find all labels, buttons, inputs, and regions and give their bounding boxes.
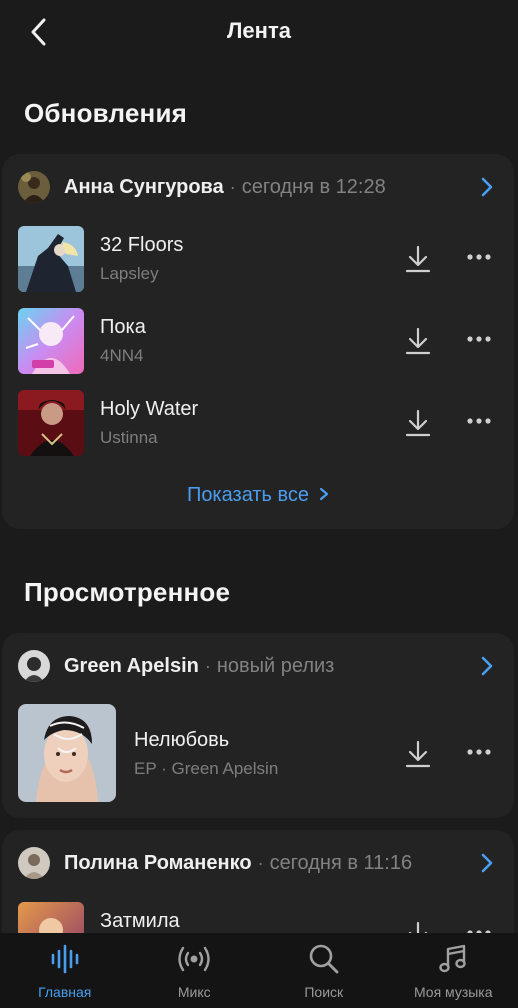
album-cover (18, 308, 84, 374)
release-card: Green Apelsin · новый релиз Нелюбовь EP … (2, 633, 514, 818)
track-title: Пока (100, 316, 146, 338)
track-row[interactable]: Holy Water Ustinna (2, 382, 514, 464)
author-name: Полина Романенко (64, 851, 252, 874)
updates-card: Анна Сунгурова · сегодня в 12:28 32 Floo… (2, 154, 514, 529)
release-subtitle: EP · Green Apelsin (134, 759, 279, 778)
card-header-author[interactable]: Анна Сунгурова · сегодня в 12:28 (2, 154, 514, 220)
separator-dot: · (204, 655, 211, 676)
track-artist: Ustinna (100, 428, 158, 447)
track-title: Holy Water (100, 398, 199, 420)
section-title-viewed: Просмотренное (24, 577, 231, 607)
avatar (18, 650, 50, 682)
avatar (18, 847, 50, 879)
download-icon[interactable] (404, 326, 432, 356)
more-options-icon[interactable] (466, 414, 492, 428)
more-options-icon[interactable] (466, 745, 492, 759)
release-title: Нелюбовь (134, 729, 230, 751)
more-options-icon[interactable] (466, 332, 492, 346)
section-title-updates: Обновления (24, 98, 188, 128)
track-row[interactable]: Пока 4NN4 (2, 300, 514, 382)
nav-label: Моя музыка (413, 984, 493, 1000)
nav-item-home[interactable]: Главная (0, 933, 130, 1008)
page-title: Лента (227, 18, 291, 43)
nav-item-search[interactable]: Поиск (259, 933, 389, 1008)
card-header-author[interactable]: Green Apelsin · новый релиз (2, 633, 514, 699)
bottom-navigation: Главная Микс Поиск Моя музыка (0, 933, 518, 1008)
track-title: 32 Floors (100, 234, 184, 256)
app-header: Лента (0, 0, 518, 64)
album-cover (18, 704, 116, 802)
author-name: Green Apelsin (64, 654, 199, 677)
release-label: новый релиз (216, 654, 335, 677)
show-all-link[interactable]: Показать все (2, 484, 514, 507)
chevron-right-icon (319, 484, 329, 507)
chevron-right-icon (481, 853, 493, 873)
card-header-author[interactable]: Полина Романенко · сегодня в 11:16 (2, 830, 514, 896)
nav-item-mix[interactable]: Микс (130, 933, 260, 1008)
download-icon[interactable] (404, 739, 432, 769)
search-icon (306, 941, 342, 977)
broadcast-icon (176, 941, 212, 977)
chevron-right-icon (481, 177, 493, 197)
separator-dot: · (229, 176, 236, 197)
track-artist: Lapsley (100, 264, 159, 283)
nav-item-my-music[interactable]: Моя музыка (389, 933, 518, 1008)
separator-dot: · (257, 852, 264, 873)
waveform-icon (47, 941, 83, 977)
nav-label: Микс (177, 984, 211, 1000)
post-time: сегодня в 11:16 (269, 851, 413, 874)
download-icon[interactable] (404, 244, 432, 274)
music-note-icon (435, 941, 471, 977)
chevron-right-icon (481, 656, 493, 676)
nav-label: Поиск (304, 984, 344, 1000)
album-cover (18, 390, 84, 456)
third-card: Полина Романенко · сегодня в 11:16 Затми… (2, 830, 514, 950)
release-row[interactable]: Нелюбовь EP · Green Apelsin (2, 701, 514, 805)
avatar (18, 171, 50, 203)
track-row[interactable]: 32 Floors Lapsley (2, 218, 514, 300)
album-cover (18, 226, 84, 292)
nav-label: Главная (38, 984, 92, 1000)
track-title: Затмила (100, 910, 180, 932)
track-artist: 4NN4 (100, 346, 144, 365)
download-icon[interactable] (404, 408, 432, 438)
post-time: сегодня в 12:28 (241, 175, 386, 198)
author-name: Анна Сунгурова (64, 175, 224, 198)
show-all-label: Показать все (186, 484, 310, 506)
more-options-icon[interactable] (466, 250, 492, 264)
feed-screen: Лента Обновления Анна Сунгурова · сегодн… (0, 0, 518, 1008)
